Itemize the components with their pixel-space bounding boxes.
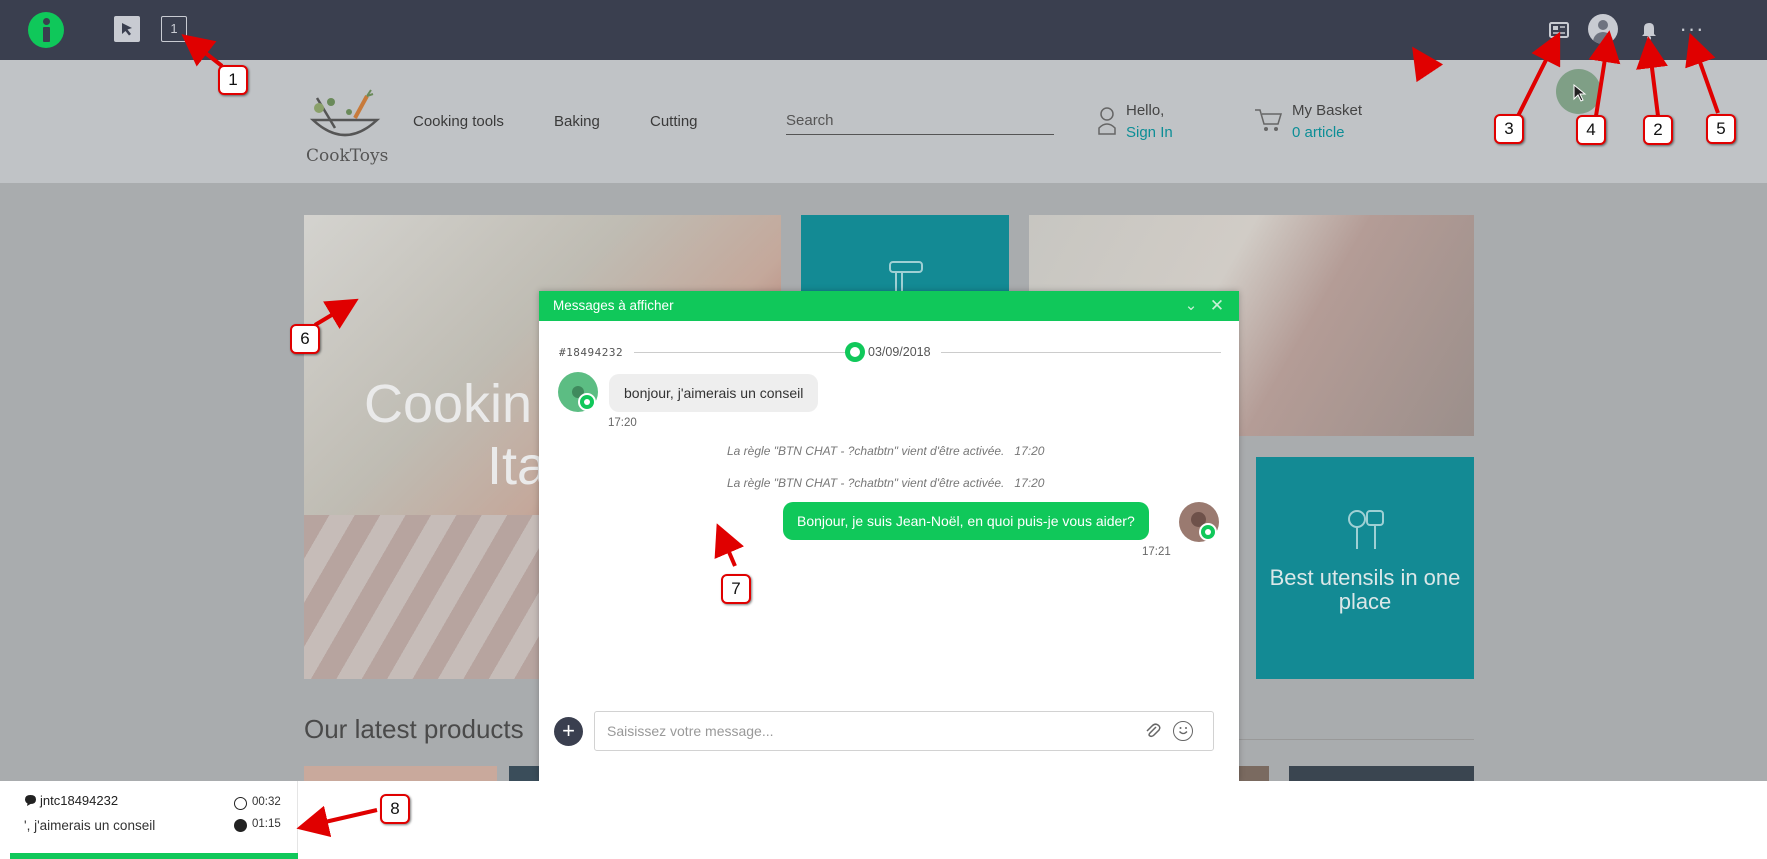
chat-channel-icon xyxy=(578,393,596,411)
annotation-badge-5: 5 xyxy=(1706,114,1736,144)
close-icon[interactable]: ✕ xyxy=(1207,296,1227,316)
more-dots-icon[interactable]: ··· xyxy=(1676,14,1708,46)
chat-modal-title: Messages à afficher xyxy=(539,291,1239,321)
user-avatar-icon[interactable] xyxy=(1588,14,1618,44)
basket-label[interactable]: My Basket xyxy=(1292,102,1362,119)
system-message: La règle "BTN CHAT - ?chatbtn" vient d'ê… xyxy=(727,476,1045,490)
brand-name: CookToys xyxy=(306,146,389,166)
chat-bubble-icon xyxy=(25,795,36,806)
timer-value: 00:32 xyxy=(252,796,281,808)
annotation-badge-3: 3 xyxy=(1494,114,1524,144)
annotation-badge-2: 2 xyxy=(1643,115,1673,145)
chat-modal: Messages à afficher ⌄ ✕ #18494232 03/09/… xyxy=(539,291,1239,781)
sign-in-link[interactable]: Sign In xyxy=(1126,124,1173,141)
user-icon xyxy=(1098,107,1116,135)
divider xyxy=(941,352,1221,353)
annotation-badge-8: 8 xyxy=(380,794,410,824)
conversation-count-button[interactable]: 1 xyxy=(161,16,187,42)
top-toolbar: 1 ··· xyxy=(0,0,1767,60)
mouse-pointer-icon xyxy=(1573,84,1587,102)
chat-bubble-icon xyxy=(845,342,865,362)
add-attachment-button[interactable]: + xyxy=(554,717,583,746)
cooktoys-logo-icon xyxy=(309,89,381,137)
nav-cutting[interactable]: Cutting xyxy=(650,113,698,130)
conversation-id: #18494232 xyxy=(559,346,624,359)
cart-icon xyxy=(1255,109,1283,131)
annotation-badge-7: 7 xyxy=(721,574,751,604)
client-message: bonjour, j'aimerais un conseil xyxy=(609,374,819,412)
latest-products-heading: Our latest products xyxy=(304,714,524,744)
timer-value: 01:15 xyxy=(252,818,281,830)
basket-count[interactable]: 0 article xyxy=(1292,124,1345,141)
teal-tile-top[interactable] xyxy=(801,215,1009,295)
clock-icon xyxy=(234,819,247,832)
nav-baking[interactable]: Baking xyxy=(554,113,600,130)
search-input[interactable]: Search xyxy=(786,112,1054,135)
divider xyxy=(634,352,849,353)
conversation-tab-last-message: ', j'aimerais un conseil xyxy=(24,818,156,833)
cursor-icon[interactable] xyxy=(114,16,140,42)
agent-message: Bonjour, je suis Jean-Noël, en quoi puis… xyxy=(783,502,1149,540)
conversation-tab[interactable]: jntc18494232 ', j'aimerais un conseil 00… xyxy=(10,781,298,859)
chevron-down-icon[interactable]: ⌄ xyxy=(1181,296,1201,316)
bell-icon[interactable] xyxy=(1633,14,1665,46)
paperclip-icon[interactable] xyxy=(1143,721,1163,741)
message-time: 17:20 xyxy=(608,417,637,429)
conversation-progress-bar xyxy=(10,853,298,859)
mixer-icon xyxy=(889,261,923,295)
annotation-badge-1: 1 xyxy=(218,65,248,95)
chat-channel-icon xyxy=(1199,523,1217,541)
utensils-tile-text: Best utensils in one place xyxy=(1269,565,1461,614)
annotation-badge-4: 4 xyxy=(1576,115,1606,145)
utensils-icon xyxy=(1348,510,1384,549)
timer-icon xyxy=(234,797,247,810)
hello-label: Hello, xyxy=(1126,102,1165,119)
emoji-icon[interactable] xyxy=(1173,721,1193,741)
message-time: 17:21 xyxy=(1142,546,1171,558)
hero-title-line1: Cookin xyxy=(364,374,533,434)
nav-cooking-tools[interactable]: Cooking tools xyxy=(413,113,504,130)
app-logo xyxy=(28,12,64,48)
annotation-badge-6: 6 xyxy=(290,324,320,354)
conversation-date: 03/09/2018 xyxy=(868,345,931,359)
system-message: La règle "BTN CHAT - ?chatbtn" vient d'ê… xyxy=(727,444,1045,458)
conversation-tab-id: jntc18494232 xyxy=(40,793,119,808)
id-card-icon[interactable] xyxy=(1543,14,1575,46)
message-input[interactable]: Saisissez votre message... xyxy=(594,711,1214,751)
